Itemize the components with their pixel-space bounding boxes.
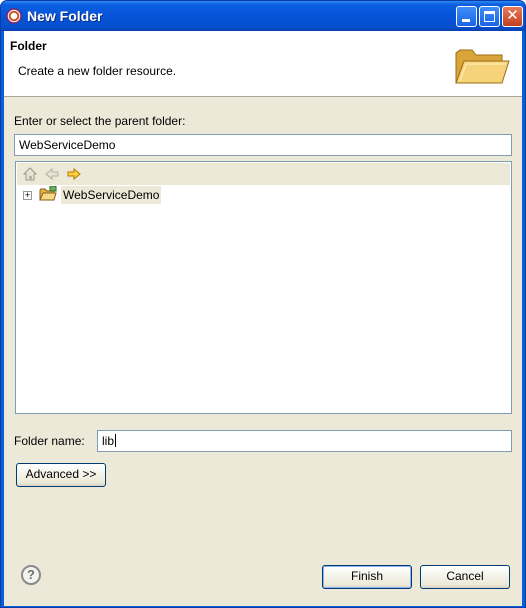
tree-item-label[interactable]: WebServiceDemo	[61, 186, 162, 204]
project-folder-icon	[39, 186, 57, 201]
banner-description: Create a new folder resource.	[18, 64, 177, 78]
maximize-button[interactable]	[479, 6, 500, 27]
folder-name-value: lib	[102, 434, 115, 448]
folder-open-icon	[455, 49, 510, 84]
advanced-button[interactable]: Advanced >>	[16, 463, 106, 487]
eclipse-app-icon	[6, 8, 22, 24]
home-icon[interactable]	[22, 166, 38, 182]
back-arrow-icon[interactable]	[44, 166, 60, 182]
help-icon[interactable]: ?	[21, 565, 41, 585]
window-title: New Folder	[27, 8, 103, 24]
parent-folder-label: Enter or select the parent folder:	[14, 114, 186, 128]
banner-title: Folder	[10, 39, 47, 53]
minimize-button[interactable]	[456, 6, 477, 27]
parent-folder-input[interactable]: WebServiceDemo	[14, 134, 512, 156]
cancel-button[interactable]: Cancel	[420, 565, 510, 589]
wizard-banner: Folder Create a new folder resource.	[4, 31, 522, 97]
text-caret	[115, 434, 117, 447]
folder-tree[interactable]: + WebServiceDemo	[15, 161, 512, 414]
new-folder-dialog: New Folder ✕ Folder Create a new folder …	[0, 0, 526, 608]
title-bar[interactable]: New Folder ✕	[1, 1, 525, 31]
close-button[interactable]: ✕	[502, 6, 523, 27]
close-icon: ✕	[506, 7, 519, 24]
forward-arrow-icon[interactable]	[66, 166, 82, 182]
folder-name-input[interactable]: lib	[97, 430, 512, 452]
tree-toolbar	[17, 163, 510, 185]
minimize-icon	[462, 19, 470, 22]
expand-toggle[interactable]: +	[23, 191, 32, 200]
folder-name-label: Folder name:	[14, 434, 85, 448]
maximize-icon	[484, 11, 495, 22]
finish-button[interactable]: Finish	[322, 565, 412, 589]
dialog-content: Folder Create a new folder resource. Ent…	[4, 31, 522, 606]
